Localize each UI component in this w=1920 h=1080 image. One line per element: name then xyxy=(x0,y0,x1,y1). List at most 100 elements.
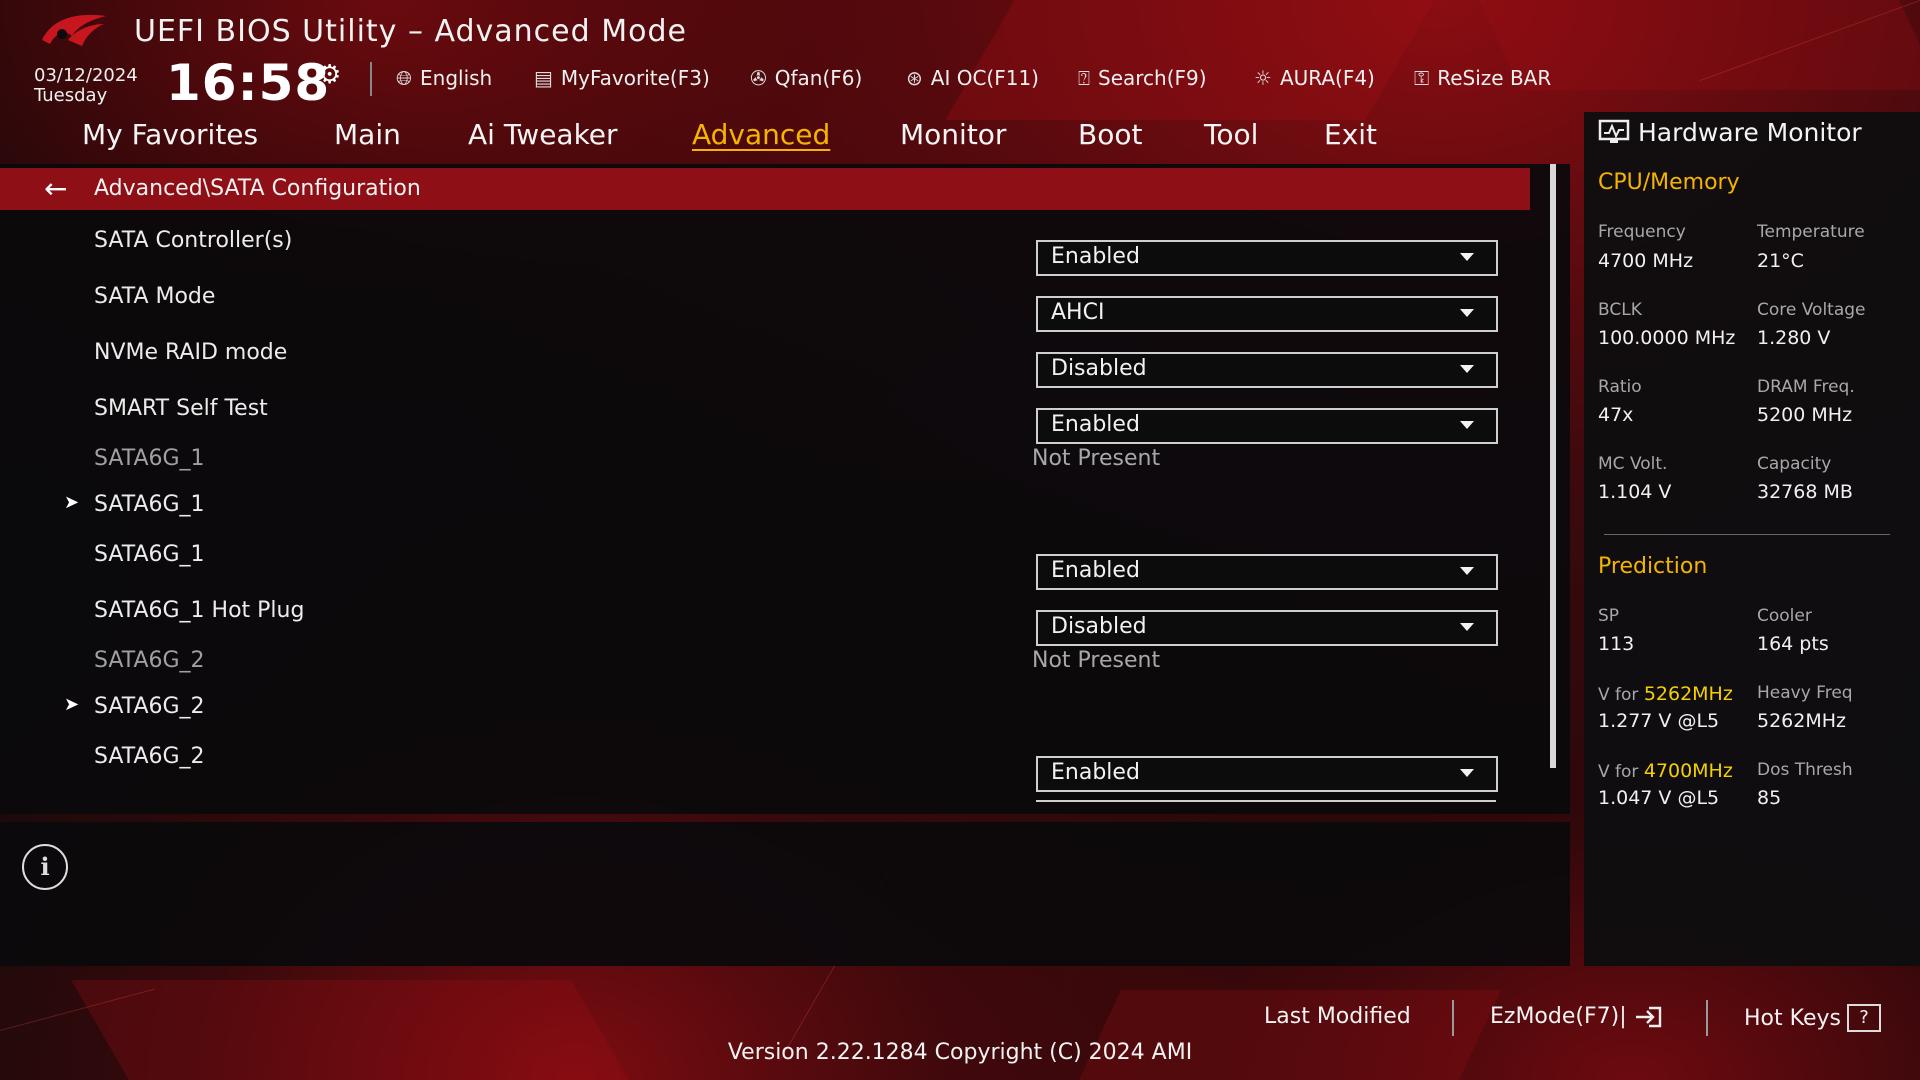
tab-ai-tweaker[interactable]: Ai Tweaker xyxy=(468,118,618,151)
setting-dropdown[interactable]: Disabled xyxy=(1036,610,1498,646)
mc-volt-label: MC Volt. xyxy=(1598,454,1668,474)
dram-freq-value: 5200 MHz xyxy=(1757,404,1853,426)
tab-main[interactable]: Main xyxy=(334,118,401,151)
monitor-icon xyxy=(1598,119,1630,143)
aura-button[interactable]: ☼ AURA(F4) xyxy=(1254,66,1375,90)
chevron-down-icon xyxy=(1460,623,1474,631)
frequency-label: Frequency xyxy=(1598,222,1686,242)
info-icon: i xyxy=(22,844,68,890)
help-icon: ? xyxy=(1846,1004,1881,1032)
footer-divider xyxy=(1706,1000,1708,1036)
heavy-freq-value: 5262MHz xyxy=(1757,710,1847,732)
setting-label: SMART Self Test xyxy=(94,396,268,421)
capacity-value: 32768 MB xyxy=(1757,481,1853,503)
setting-dropdown[interactable]: Enabled xyxy=(1036,756,1498,792)
breadcrumb-path: Advanced\SATA Configuration xyxy=(94,176,421,201)
port-label: SATA6G_1 xyxy=(94,446,205,471)
frequency-value: 4700 MHz xyxy=(1598,250,1694,272)
heavy-freq-label: Heavy Freq xyxy=(1757,683,1853,703)
dropdown-value: Enabled xyxy=(1051,760,1140,785)
dropdown-value: Disabled xyxy=(1051,614,1147,639)
day-text: Tuesday xyxy=(34,85,108,106)
v-for-value: 1.047 V @L5 xyxy=(1598,787,1720,809)
breadcrumb: ← Advanced\SATA Configuration xyxy=(0,168,1530,210)
chevron-down-icon xyxy=(1460,253,1474,261)
resize-bar-button[interactable]: ⚿ ReSize BAR xyxy=(1414,66,1551,90)
last-modified-button[interactable]: Last Modified xyxy=(1264,1004,1411,1029)
qfan-button[interactable]: ✇ Qfan(F6) xyxy=(750,66,862,90)
myfavorite-button[interactable]: ▤ MyFavorite(F3) xyxy=(534,66,710,90)
back-arrow-icon[interactable]: ← xyxy=(44,172,67,205)
temperature-value: 21°C xyxy=(1757,250,1804,272)
dropdown-value: AHCI xyxy=(1051,300,1105,325)
scrollbar[interactable] xyxy=(1550,164,1556,768)
bclk-value: 100.0000 MHz xyxy=(1598,327,1736,349)
submenu-label: SATA6G_1 xyxy=(94,492,205,517)
ezmode-button[interactable]: EzMode(F7)| xyxy=(1490,1004,1663,1029)
hot-keys-label: Hot Keys xyxy=(1744,1005,1841,1031)
setting-label: SATA Controller(s) xyxy=(94,228,293,253)
chevron-down-icon xyxy=(1460,421,1474,429)
setting-dropdown[interactable]: AHCI xyxy=(1036,296,1498,332)
core-voltage-value: 1.280 V xyxy=(1757,327,1831,349)
setting-dropdown[interactable]: Enabled xyxy=(1036,554,1498,590)
date-text: 03/12/2024 xyxy=(34,65,138,86)
setting-dropdown[interactable]: Enabled xyxy=(1036,240,1498,276)
core-voltage-label: Core Voltage xyxy=(1757,300,1866,320)
setting-dropdown[interactable]: Disabled xyxy=(1036,352,1498,388)
chevron-down-icon xyxy=(1460,309,1474,317)
setting-label: SATA Mode xyxy=(94,284,216,309)
aura-label: AURA(F4) xyxy=(1279,66,1375,90)
dropdown-value: Enabled xyxy=(1051,412,1140,437)
setting-dropdown[interactable]: Enabled xyxy=(1036,408,1498,444)
gear-icon[interactable]: ⚙ xyxy=(318,60,341,90)
tab-boot[interactable]: Boot xyxy=(1078,118,1142,151)
prediction-heading: Prediction xyxy=(1598,554,1708,579)
capacity-label: Capacity xyxy=(1757,454,1832,474)
setting-label: SATA6G_1 xyxy=(94,542,205,567)
port-label: SATA6G_2 xyxy=(94,648,205,673)
last-modified-label: Last Modified xyxy=(1264,1004,1411,1029)
ai-oc-label: AI OC(F11) xyxy=(930,66,1039,90)
sp-label: SP xyxy=(1598,606,1620,626)
date-display: 03/12/2024 Tuesday xyxy=(34,66,138,106)
dropdown-value: Disabled xyxy=(1051,356,1147,381)
search-label: Search(F9) xyxy=(1098,66,1207,90)
tab-tool[interactable]: Tool xyxy=(1204,118,1258,151)
sp-value: 113 xyxy=(1598,633,1635,655)
v-for-prefix: V for xyxy=(1598,685,1644,705)
v-for-freq: 4700MHz xyxy=(1643,760,1733,782)
setting-label: NVMe RAID mode xyxy=(94,340,288,365)
temperature-label: Temperature xyxy=(1757,222,1865,242)
resize-bar-label: ReSize BAR xyxy=(1437,66,1552,90)
section-divider xyxy=(1604,534,1890,535)
chevron-down-icon xyxy=(1460,769,1474,777)
chevron-down-icon xyxy=(1460,567,1474,575)
dropdown-value: Enabled xyxy=(1051,244,1140,269)
v-for-freq: 5262MHz xyxy=(1643,683,1733,705)
app-title: UEFI BIOS Utility – Advanced Mode xyxy=(134,14,687,49)
search-button[interactable]: ⍰ Search(F9) xyxy=(1078,66,1207,90)
tab-monitor[interactable]: Monitor xyxy=(900,118,1006,151)
partial-dropdown-edge xyxy=(1036,800,1496,806)
v-for-value: 1.277 V @L5 xyxy=(1598,710,1720,732)
ai-oc-icon: ⊛ xyxy=(906,66,923,90)
hot-keys-button[interactable]: Hot Keys ? xyxy=(1744,1004,1881,1032)
v-for-label: V for 5262MHz xyxy=(1598,683,1733,705)
tab-exit[interactable]: Exit xyxy=(1324,118,1377,151)
cooler-label: Cooler xyxy=(1757,606,1812,626)
qfan-label: Qfan(F6) xyxy=(774,66,863,90)
dos-thresh-label: Dos Thresh xyxy=(1757,760,1853,780)
tab-my-favorites[interactable]: My Favorites xyxy=(82,118,258,151)
language-button[interactable]: 🌐︎ English xyxy=(396,66,492,90)
language-label: English xyxy=(420,66,493,90)
resize-bar-icon: ⚿ xyxy=(1414,66,1430,90)
clock-display[interactable]: 16:58 xyxy=(166,54,330,112)
submenu-label: SATA6G_2 xyxy=(94,694,205,719)
tab-advanced[interactable]: Advanced xyxy=(692,118,830,151)
ai-oc-button[interactable]: ⊛ AI OC(F11) xyxy=(906,66,1039,90)
ratio-label: Ratio xyxy=(1598,377,1642,397)
cpu-memory-heading: CPU/Memory xyxy=(1598,170,1740,195)
port-status: Not Present xyxy=(1032,446,1161,471)
dram-freq-label: DRAM Freq. xyxy=(1757,377,1855,397)
